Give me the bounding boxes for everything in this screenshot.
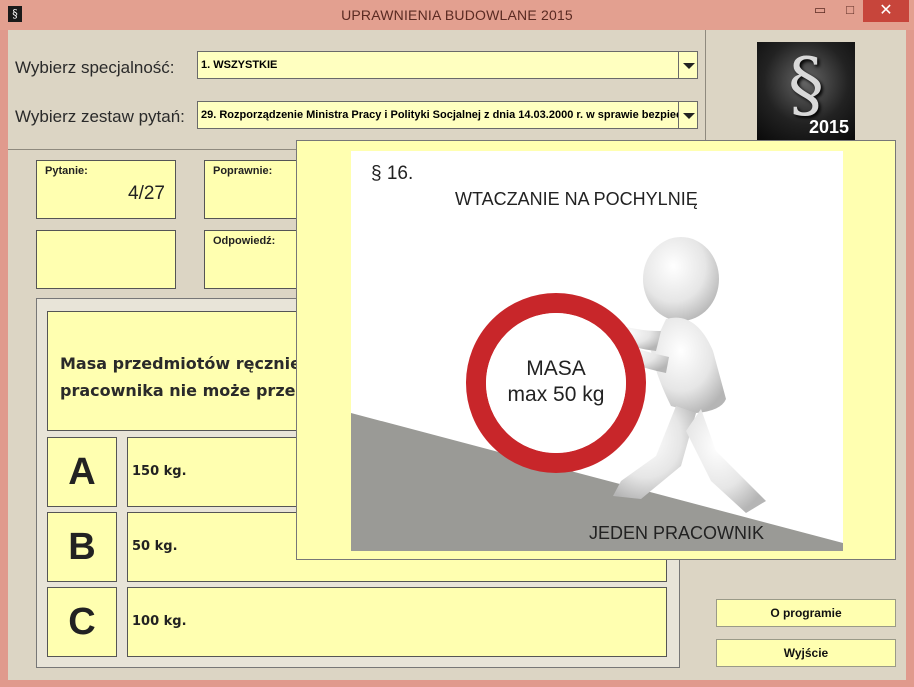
question-counter-value: 4/27 (128, 183, 165, 204)
sign-text-line-1: MASA (526, 357, 586, 380)
illustration-drawing (351, 237, 843, 551)
window-title: UPRAWNIENIA BUDOWLANE 2015 (341, 7, 573, 23)
title-bar[interactable]: § UPRAWNIENIA BUDOWLANE 2015 ▭ □ ✕ (0, 0, 914, 30)
minimize-icon[interactable]: ▭ (806, 0, 834, 22)
illustration-heading: WTACZANIE NA POCHYLNIĘ (455, 189, 698, 209)
correct-count-label: Poprawnie: (213, 165, 273, 177)
specialty-label: Wybierz specjalność: (15, 58, 175, 77)
maximize-icon[interactable]: □ (836, 0, 864, 22)
logo: § 2015 (757, 42, 855, 140)
illustration-image: § 16. WTACZANIE NA POCHYLNIĘ MASA max 50… (351, 151, 843, 551)
question-set-label: Wybierz zestaw pytań: (15, 107, 185, 126)
filter-panel: Wybierz specjalność: 1. WSZYSTKIE Wybier… (8, 30, 706, 150)
paragraph-number: § 16. (371, 163, 414, 184)
answer-c-option[interactable]: 100 kg. (127, 587, 667, 657)
question-counter-label: Pytanie: (45, 165, 88, 177)
question-set-select[interactable]: 29. Rozporządzenie Ministra Pracy i Poli… (197, 101, 679, 129)
close-icon[interactable]: ✕ (863, 0, 909, 22)
app-window: § UPRAWNIENIA BUDOWLANE 2015 ▭ □ ✕ Wybie… (0, 0, 914, 687)
logo-year: 2015 (808, 117, 849, 137)
question-set-dropdown-icon[interactable] (678, 101, 698, 129)
sign-text-line-2: max 50 kg (507, 383, 605, 406)
exit-button[interactable]: Wyjście (716, 639, 896, 667)
question-counter-box: Pytanie: 4/27 (36, 160, 176, 219)
specialty-select[interactable]: 1. WSZYSTKIE (197, 51, 679, 79)
answer-b-letter[interactable]: B (47, 512, 117, 582)
paragraph-icon: § (788, 42, 824, 126)
result-box (36, 230, 176, 289)
illustration-footer: JEDEN PRACOWNIK (589, 523, 765, 543)
specialty-dropdown-icon[interactable] (678, 51, 698, 79)
answer-label: Odpowiedź: (213, 235, 276, 247)
answer-a-letter[interactable]: A (47, 437, 117, 507)
about-button[interactable]: O programie (716, 599, 896, 627)
illustration-popup[interactable]: § 16. WTACZANIE NA POCHYLNIĘ MASA max 50… (296, 140, 896, 560)
answer-c-letter[interactable]: C (47, 587, 117, 657)
